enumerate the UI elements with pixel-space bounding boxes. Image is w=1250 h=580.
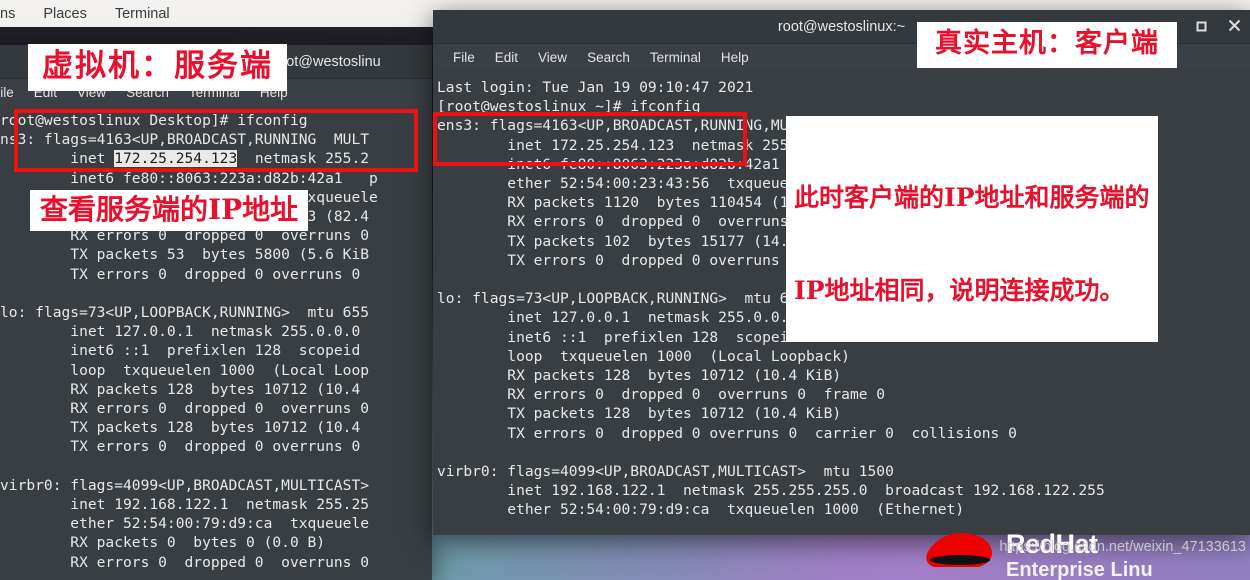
left-terminal-line: inet6 ::1 prefixlen 128 scopeid — [0, 342, 361, 360]
right-terminal-line: RX errors 0 dropped 0 overruns 0 frame 0 — [437, 386, 886, 404]
left-terminal-line: TX errors 0 dropped 0 overruns 0 — [0, 265, 361, 283]
menu-file[interactable]: File — [443, 50, 485, 65]
menu-help[interactable]: Help — [711, 50, 759, 65]
left-terminal-screen[interactable]: root@westoslinux Desktop]# ifconfig ns3: … — [0, 105, 432, 580]
left-terminal-line — [0, 457, 432, 476]
close-icon[interactable] — [1226, 19, 1242, 34]
menu-file[interactable]: File — [0, 85, 24, 100]
annotation-conclusion-line1: 此时客户端的IP地址和服务端的 — [794, 182, 1150, 212]
left-terminal-line: loop txqueuelen 1000 (Local Loop — [0, 361, 370, 379]
highlighted-ip-address: 172.25.254.123 — [114, 150, 238, 168]
right-terminal-line: TX packets 128 bytes 10712 (10.4 KiB) — [437, 405, 842, 423]
right-terminal-line: TX errors 0 dropped 0 overruns 0 carrier… — [437, 424, 1017, 442]
right-terminal-title: root@westoslinux:~ — [777, 18, 906, 35]
left-terminal-line: inet 192.168.122.1 netmask 255.25 — [0, 496, 370, 514]
blog-watermark: https://blog.csdn.net/weixin_47133613 — [999, 539, 1246, 555]
left-terminal-line: ns3: flags=4163<UP,BROADCAST,RUNNING MUL… — [0, 131, 370, 149]
maximize-icon[interactable] — [1193, 20, 1209, 34]
menu-search[interactable]: Search — [577, 50, 640, 65]
redhat-logo-icon — [926, 533, 992, 567]
menu-edit[interactable]: Edit — [485, 50, 528, 65]
menu-view[interactable]: View — [528, 50, 577, 65]
right-terminal-line: inet 192.168.122.1 netmask 255.255.255.0… — [437, 482, 1105, 500]
left-terminal-line: lo: flags=73<UP,LOOPBACK,RUNNING> mtu 65… — [0, 304, 370, 322]
terminal-window-server[interactable]: root@westoslinu File Edit View Search Te… — [0, 45, 432, 580]
right-terminal-line: virbr0: flags=4099<UP,BROADCAST,MULTICAS… — [437, 463, 894, 481]
right-terminal-line: [root@westoslinux ~]# ifconfig — [437, 98, 701, 116]
panel-item-terminal[interactable]: Terminal — [101, 6, 184, 22]
left-terminal-line: TX errors 0 dropped 0 overruns 0 — [0, 438, 361, 456]
right-terminal-window-buttons[interactable] — [1193, 10, 1242, 43]
left-terminal-line: inet 172.25.254.123 netmask 255.2 — [0, 150, 370, 168]
left-terminal-line: RX packets 128 bytes 10712 (10.4 — [0, 380, 361, 398]
left-terminal-line — [0, 284, 432, 303]
left-terminal-line: inet 127.0.0.1 netmask 255.0.0.0 — [0, 323, 361, 341]
panel-item-places[interactable]: Places — [29, 6, 101, 22]
left-terminal-line: RX errors 0 dropped 0 overruns 0 — [0, 553, 370, 571]
redhat-product-name: Enterprise Linu — [1006, 559, 1153, 580]
left-terminal-line: root@westoslinux Desktop]# ifconfig — [0, 112, 308, 129]
annotation-server-label: 虚拟机：服务端 — [28, 44, 287, 91]
left-terminal-line: RX errors 0 dropped 0 overruns 0 — [0, 400, 370, 418]
left-terminal-line: ether 52:54:00:79:d9:ca txqueuele — [0, 515, 370, 533]
left-terminal-line: RX packets 0 bytes 0 (0.0 B) — [0, 534, 326, 552]
annotation-client-label: 真实主机：客户端 — [917, 22, 1177, 68]
annotation-conclusion-line2: IP地址相同，说明连接成功。 — [794, 276, 1125, 306]
left-terminal-line: TX packets 128 bytes 10712 (10.4 — [0, 419, 361, 437]
annotation-view-server-ip: 查看服务端的IP地址 — [30, 190, 309, 232]
right-terminal-line: ether 52:54:00:79:d9:ca txqueuelen 1000 … — [437, 501, 965, 519]
right-terminal-line: Last login: Tue Jan 19 09:10:47 2021 — [437, 79, 754, 96]
left-terminal-line: virbr0: flags=4099<UP,BROADCAST,MULTICAS… — [0, 476, 370, 494]
right-terminal-line: loop txqueuelen 1000 (Local Loopback) — [437, 347, 850, 365]
right-terminal-line: RX packets 128 bytes 10712 (10.4 KiB) — [437, 367, 842, 385]
panel-item-applications[interactable]: ns — [0, 6, 29, 22]
left-terminal-title: root@westoslinu — [273, 53, 381, 70]
left-terminal-line: inet6 fe80::8063:223a:d82b:42a1 p — [0, 169, 378, 187]
left-terminal-line: TX packets 53 bytes 5800 (5.6 KiB — [0, 246, 370, 264]
annotation-conclusion: 此时客户端的IP地址和服务端的 IP地址相同，说明连接成功。 — [786, 116, 1158, 342]
menu-terminal[interactable]: Terminal — [640, 50, 711, 65]
right-terminal-line — [437, 443, 1250, 462]
